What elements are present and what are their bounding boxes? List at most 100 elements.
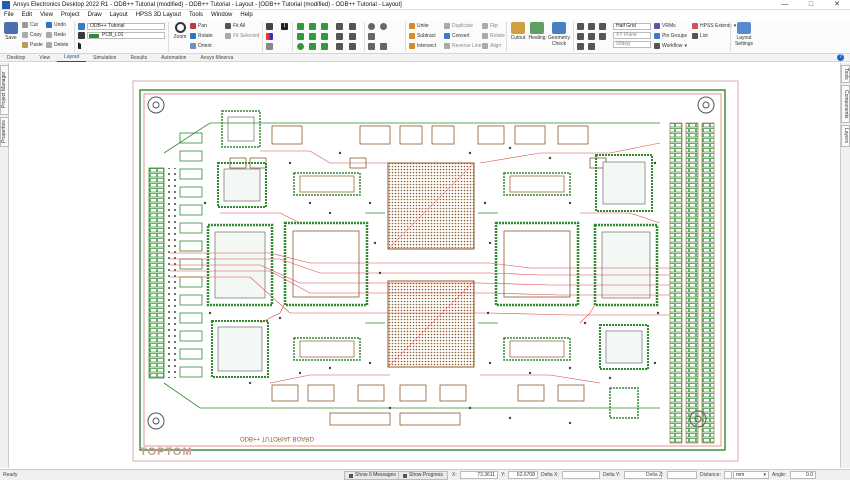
tab-view[interactable]: View: [32, 54, 57, 62]
tab-simulation[interactable]: Simulation: [86, 54, 123, 62]
draw-spline-icon[interactable]: [321, 23, 328, 30]
stackup-icon[interactable]: [588, 33, 595, 40]
flip-button[interactable]: Flip: [482, 23, 498, 29]
select-cursor-icon[interactable]: [78, 42, 85, 49]
draw-text-icon[interactable]: [321, 33, 328, 40]
tab-project-manager[interactable]: Project Manager: [0, 65, 9, 115]
text-icon[interactable]: T: [281, 23, 288, 30]
copy-button[interactable]: Copy: [22, 32, 42, 38]
subtract-button[interactable]: Subtract: [409, 33, 436, 39]
view-3d-icon[interactable]: [577, 43, 584, 50]
layout-settings-button[interactable]: Layout Settings: [733, 22, 755, 47]
fit-all-button[interactable]: Fit All: [225, 23, 245, 29]
list-button[interactable]: List: [692, 33, 708, 39]
net-icon[interactable]: [349, 43, 356, 50]
maximize-button[interactable]: □: [798, 0, 824, 10]
component-icon[interactable]: [336, 43, 343, 50]
grid-icon[interactable]: [577, 23, 584, 30]
align-button[interactable]: Align: [482, 43, 501, 49]
duplicate-button[interactable]: Duplicate: [444, 23, 473, 29]
draw-polygon-icon[interactable]: [321, 43, 328, 50]
display-mode-icon[interactable]: [266, 23, 273, 30]
design-select[interactable]: ODB++ Tutorial: [87, 23, 165, 30]
fit-selected-button[interactable]: Fit Selected: [225, 33, 259, 39]
tab-components[interactable]: Components: [841, 85, 850, 123]
draw-line-icon[interactable]: [297, 23, 304, 30]
help-icon[interactable]: ?: [837, 54, 844, 61]
vrms-button[interactable]: VRMs: [654, 23, 676, 29]
zoom-in-icon[interactable]: [368, 23, 375, 30]
draw-trace-icon[interactable]: [297, 33, 304, 40]
snap-grid-icon[interactable]: [588, 23, 595, 30]
save-button[interactable]: Save: [3, 22, 19, 41]
tab-automation[interactable]: Automation: [154, 54, 193, 62]
tab-layers[interactable]: Layers: [841, 125, 850, 147]
minimize-button[interactable]: —: [772, 0, 798, 10]
plane-select[interactable]: XY Plane: [613, 32, 651, 39]
color-icon[interactable]: [266, 33, 273, 40]
bga-u10: [387, 162, 475, 250]
healing-button[interactable]: Healing: [528, 22, 546, 41]
close-button[interactable]: ✕: [824, 0, 850, 10]
draw-arc-icon[interactable]: [309, 23, 316, 30]
orient-label: Orient: [198, 43, 212, 49]
pin-icon[interactable]: [349, 33, 356, 40]
show-messages-button[interactable]: Show 0 Messages: [344, 471, 401, 480]
grid-select[interactable]: Half Grid: [613, 23, 651, 30]
menu-help[interactable]: Help: [236, 12, 256, 18]
layer-view-icon[interactable]: [577, 33, 584, 40]
unite-button[interactable]: Unite: [409, 23, 429, 29]
draw-rectangle-icon[interactable]: [309, 43, 316, 50]
view-options-icon[interactable]: [266, 43, 273, 50]
show-progress-button[interactable]: Show Progress: [398, 471, 448, 480]
draw-circle-icon[interactable]: [297, 43, 304, 50]
geometry-check-button[interactable]: Geometry Check: [547, 22, 571, 47]
distance-label: Distance:: [700, 472, 721, 478]
tab-layout[interactable]: Layout: [57, 53, 87, 62]
measure-icon[interactable]: [336, 23, 343, 30]
delete-button[interactable]: Delete: [46, 42, 68, 48]
undo-button[interactable]: Undo: [46, 22, 66, 28]
paste-button[interactable]: Paste: [22, 42, 43, 48]
tab-tools[interactable]: Tools: [841, 65, 850, 83]
orient-button[interactable]: Orient: [190, 43, 212, 49]
layout-canvas[interactable]: TOPTOM ODB++ TUTORIAL BOARD: [10, 63, 840, 468]
intersect-button[interactable]: Intersect: [409, 43, 436, 49]
zoom-previous-icon[interactable]: [368, 43, 375, 50]
menu-window[interactable]: Window: [207, 12, 236, 18]
port-icon[interactable]: [349, 23, 356, 30]
menu-hpss-3d-layout[interactable]: HPSS 3D Layout: [132, 12, 185, 18]
menu-file[interactable]: File: [0, 12, 18, 18]
zoom-button[interactable]: Zoom: [171, 22, 189, 40]
redo-button[interactable]: Redo: [46, 32, 66, 38]
tab-results[interactable]: Results: [123, 54, 154, 62]
grid-settings-icon[interactable]: [599, 23, 606, 30]
snap-icon[interactable]: [336, 33, 343, 40]
menu-edit[interactable]: Edit: [18, 12, 36, 18]
reverse-line-button[interactable]: Reverse Line: [444, 43, 481, 49]
tab-desktop[interactable]: Desktop: [0, 54, 32, 62]
convert-button[interactable]: Convert: [444, 33, 470, 39]
zoom-selection-icon[interactable]: [380, 43, 387, 50]
rotate-button[interactable]: Rotate: [190, 33, 213, 39]
pin-groups-button[interactable]: Pin Groups: [654, 33, 687, 39]
angle-select[interactable]: 90deg: [613, 41, 651, 48]
rotate-shape-button[interactable]: Rotate: [482, 33, 505, 39]
layers-icon[interactable]: [599, 33, 606, 40]
tab-properties[interactable]: Properties: [0, 117, 9, 147]
tab-ansys-minerva[interactable]: Ansys Minerva: [193, 54, 240, 62]
zoom-window-icon[interactable]: [368, 33, 375, 40]
menu-project[interactable]: Project: [57, 12, 84, 18]
section-icon[interactable]: [588, 43, 595, 50]
menu-draw[interactable]: Draw: [84, 12, 106, 18]
pan-button[interactable]: Pan: [190, 23, 207, 29]
menu-layout[interactable]: Layout: [106, 12, 132, 18]
menu-tools[interactable]: Tools: [185, 12, 207, 18]
workflow-button[interactable]: Workflow ▾: [654, 43, 687, 49]
zoom-out-icon[interactable]: [380, 23, 387, 30]
cutout-button[interactable]: Cutout: [508, 22, 528, 41]
menu-view[interactable]: View: [36, 12, 57, 18]
draw-via-icon[interactable]: [309, 33, 316, 40]
cut-button[interactable]: Cut: [22, 22, 38, 28]
unit-select[interactable]: mm ▾: [733, 471, 769, 479]
